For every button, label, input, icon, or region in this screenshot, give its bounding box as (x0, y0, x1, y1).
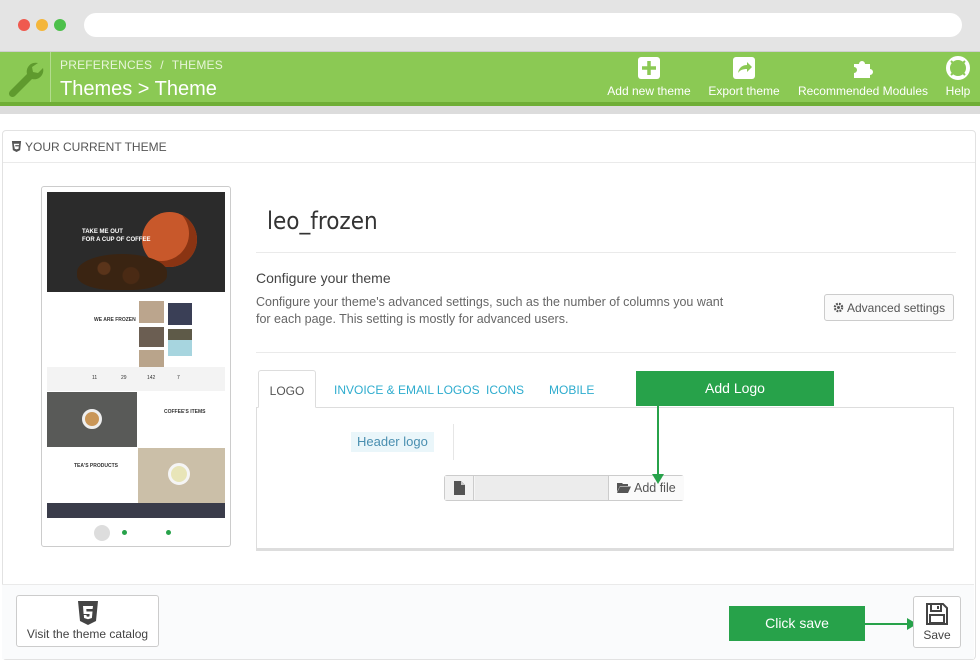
puzzle-icon (854, 61, 873, 78)
floppy-disk-icon (926, 603, 948, 625)
preview-tea-cup (168, 463, 190, 485)
logo-file-input: Add file (444, 475, 684, 501)
plus-square-icon (638, 57, 660, 79)
add-logo-arrow (652, 406, 664, 484)
html5-icon (11, 141, 22, 152)
add-new-theme-label: Add new theme (607, 84, 691, 98)
divider (256, 252, 956, 253)
address-bar[interactable] (84, 13, 962, 37)
preview-section1: WE ARE FROZEN (94, 317, 136, 323)
configure-description: Configure your theme's advanced settings… (256, 295, 724, 326)
share-square-icon (733, 57, 755, 79)
panel-heading-text: YOUR CURRENT THEME (25, 140, 167, 154)
visit-theme-catalog-button[interactable]: Visit the theme catalog (16, 595, 159, 647)
tab-invoice-email-logos[interactable]: INVOICE & EMAIL LOGOS (334, 370, 480, 408)
theme-name: leo_frozen (267, 207, 378, 235)
add-new-theme-button[interactable]: Add new theme (605, 56, 693, 98)
breadcrumb: PREFERENCES / THEMES (60, 58, 223, 72)
breadcrumb-separator: / (160, 58, 164, 72)
header-separator (50, 52, 51, 102)
preview-newsletter-bar (47, 503, 225, 518)
add-logo-annotation: Add Logo (636, 371, 834, 406)
logo-tabs: LOGO INVOICE & EMAIL LOGOS ICONS MOBILE (256, 370, 954, 408)
minimize-window-dot[interactable] (36, 19, 48, 31)
preview-stat: 7 (177, 375, 180, 381)
page-title: Themes > Theme (60, 78, 217, 100)
preview-stat: 29 (121, 375, 127, 381)
header-shadow-band (0, 106, 980, 114)
folder-open-icon (617, 483, 631, 493)
visit-theme-catalog-label: Visit the theme catalog (26, 627, 149, 641)
panel-heading: YOUR CURRENT THEME (3, 131, 975, 163)
preview-latte-cup (82, 409, 102, 429)
preview-hero-line2: FOR A CUP OF COFFEE (82, 237, 151, 243)
breadcrumb-themes[interactable]: THEMES (172, 58, 223, 72)
advanced-settings-label: Advanced settings (847, 301, 946, 315)
header-logo-label: Header logo (351, 432, 434, 452)
lifebuoy-icon (946, 56, 970, 80)
divider (256, 352, 956, 353)
theme-preview-image: TAKE ME OUT FOR A CUP OF COFFEE WE ARE F… (41, 186, 231, 547)
preview-stat: 142 (147, 375, 156, 381)
tab-icons[interactable]: ICONS (486, 370, 524, 408)
save-label: Save (923, 628, 951, 642)
help-button[interactable]: Help (940, 56, 976, 98)
advanced-settings-button[interactable]: Advanced settings (824, 294, 954, 321)
tab-mobile[interactable]: MOBILE (549, 370, 594, 408)
preview-dot (122, 530, 127, 535)
preview-section2: COFFEE'S ITEMS (164, 409, 206, 415)
preview-latte-photo (47, 392, 137, 447)
preview-photo (168, 340, 192, 356)
wrench-icon (8, 62, 44, 98)
preview-avatar (94, 525, 110, 541)
preview-hero: TAKE ME OUT FOR A CUP OF COFFEE (47, 192, 225, 292)
save-button[interactable]: Save (913, 596, 961, 648)
preview-stats-bar: 11 29 142 7 (47, 367, 225, 391)
preview-stat: 11 (92, 375, 98, 381)
configure-title: Configure your theme (256, 270, 391, 286)
maximize-window-dot[interactable] (54, 19, 66, 31)
preview-section3: TEA'S PRODUCTS (74, 463, 118, 469)
page-header: PREFERENCES / THEMES Themes > Theme Add ne… (0, 52, 980, 106)
click-save-annotation: Click save (729, 606, 865, 641)
breadcrumb-preferences[interactable]: PREFERENCES (60, 58, 152, 72)
cog-icon (833, 302, 844, 313)
preview-tea-photo (138, 448, 225, 503)
html5-icon (77, 601, 98, 625)
export-theme-label: Export theme (708, 84, 780, 98)
export-theme-button[interactable]: Export theme (705, 56, 783, 98)
preview-hero-line1: TAKE ME OUT (82, 229, 123, 235)
help-label: Help (945, 84, 971, 98)
preview-dot (166, 530, 171, 535)
preview-hero-text: TAKE ME OUT FOR A CUP OF COFFEE (82, 228, 150, 244)
preview-photo (168, 303, 192, 325)
preview-coffee-beans (77, 254, 167, 290)
preview-photo (139, 327, 164, 347)
tab-logo[interactable]: LOGO (258, 370, 316, 408)
file-name-field[interactable] (475, 476, 608, 500)
file-icon (454, 481, 465, 495)
label-separator (453, 424, 454, 460)
click-save-arrow (865, 618, 917, 630)
close-window-dot[interactable] (18, 19, 30, 31)
file-icon-box (445, 476, 474, 500)
recommended-modules-label: Recommended Modules (797, 84, 929, 98)
add-file-button[interactable]: Add file (608, 476, 684, 500)
preview-photo (139, 301, 164, 323)
recommended-modules-button[interactable]: Recommended Modules (795, 56, 931, 98)
browser-chrome (0, 0, 980, 52)
